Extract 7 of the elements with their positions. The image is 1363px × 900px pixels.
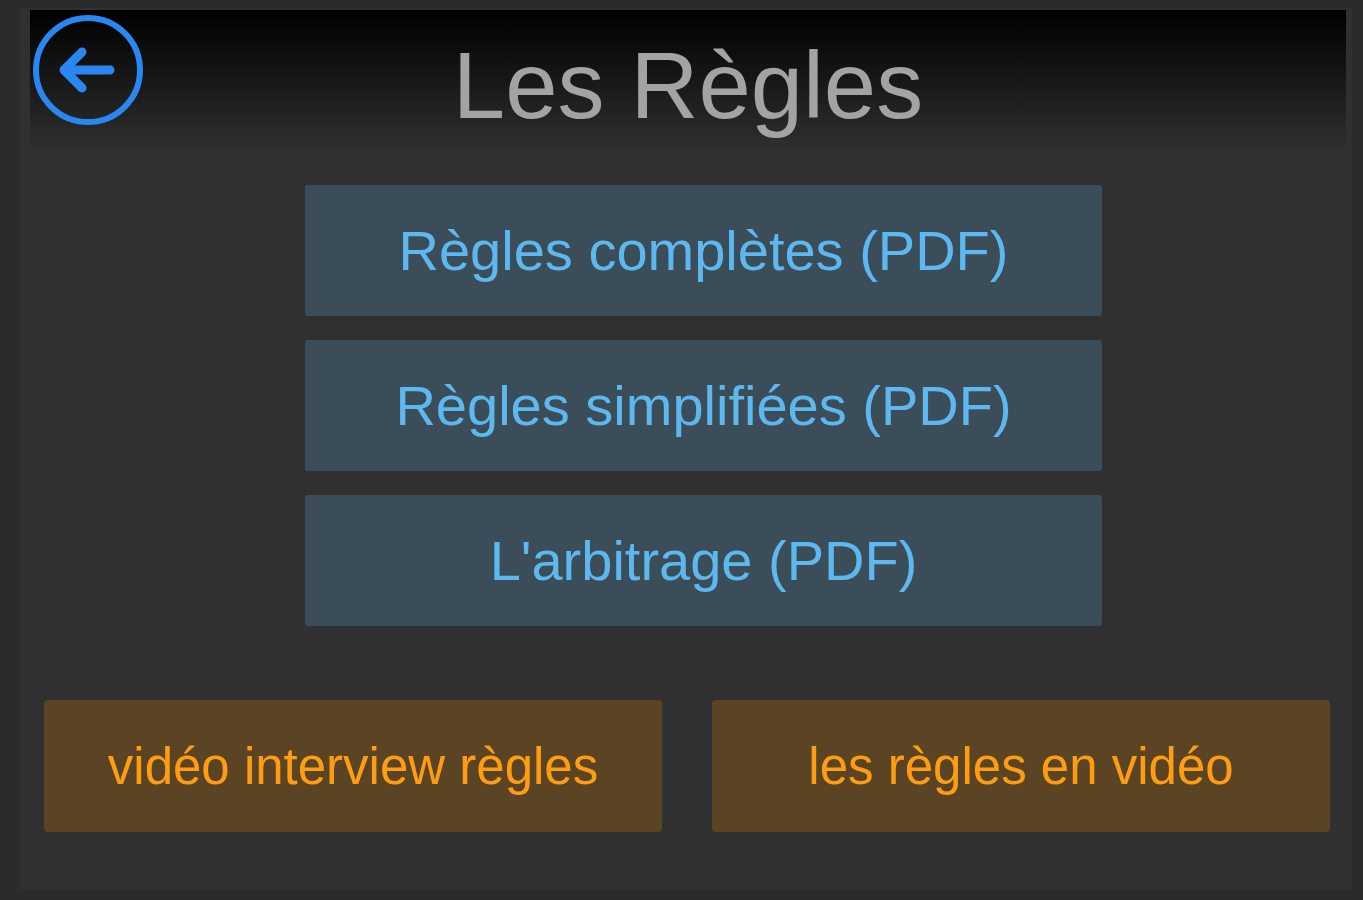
video-button[interactable]: vidéo interview règles: [44, 700, 662, 832]
pdf-button[interactable]: Règles simplifiées (PDF): [305, 340, 1102, 471]
pdf-button[interactable]: Règles complètes (PDF): [305, 185, 1102, 316]
back-icon[interactable]: [32, 14, 144, 126]
pdf-button[interactable]: L'arbitrage (PDF): [305, 495, 1102, 626]
video-button[interactable]: les règles en vidéo: [712, 700, 1330, 832]
page-title: Les Règles: [452, 32, 924, 140]
